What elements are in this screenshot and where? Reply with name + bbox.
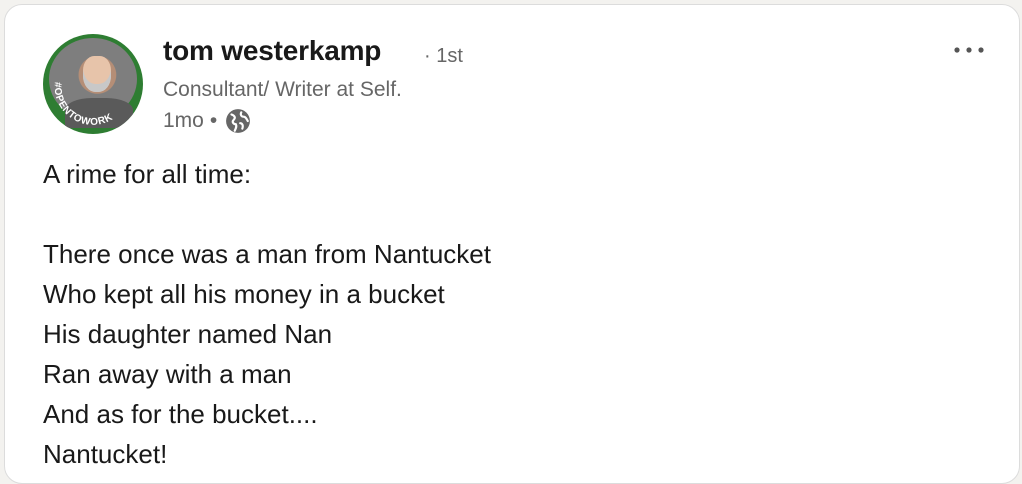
post-body: A rime for all time: There once was a ma… [43, 154, 983, 474]
more-horizontal-icon [954, 47, 984, 53]
post-body-line: Nantucket! [43, 439, 168, 469]
open-to-work-badge-text: #OPENTOWORK [52, 82, 115, 128]
svg-text:#OPENTOWORK: #OPENTOWORK [52, 82, 115, 128]
post-body-line: There once was a man from Nantucket [43, 239, 491, 269]
post-meta: 1mo • [163, 108, 251, 134]
connection-degree-value: 1st [436, 45, 463, 67]
post-timestamp[interactable]: 1mo [163, 109, 204, 133]
post-body-line: Who kept all his money in a bucket [43, 279, 445, 309]
globe-icon [226, 109, 251, 133]
post-body-line [43, 194, 983, 234]
post-body-line: A rime for all time: [43, 159, 252, 189]
meta-separator: • [209, 109, 218, 132]
author-name[interactable]: tom westerkamp [163, 35, 381, 67]
connection-degree: · 1st [424, 45, 463, 67]
author-headline: Consultant/ Writer at Self. [163, 78, 402, 101]
post-card: #OPENTOWORK tom westerkamp · 1st Consult… [4, 4, 1020, 484]
post-body-line: And as for the bucket.... [43, 399, 318, 429]
post-body-line: Ran away with a man [43, 359, 292, 389]
post-body-line: His daughter named Nan [43, 319, 333, 349]
author-avatar[interactable]: #OPENTOWORK [43, 34, 143, 134]
open-to-work-badge: #OPENTOWORK [52, 82, 115, 128]
more-options-button[interactable] [951, 35, 987, 65]
